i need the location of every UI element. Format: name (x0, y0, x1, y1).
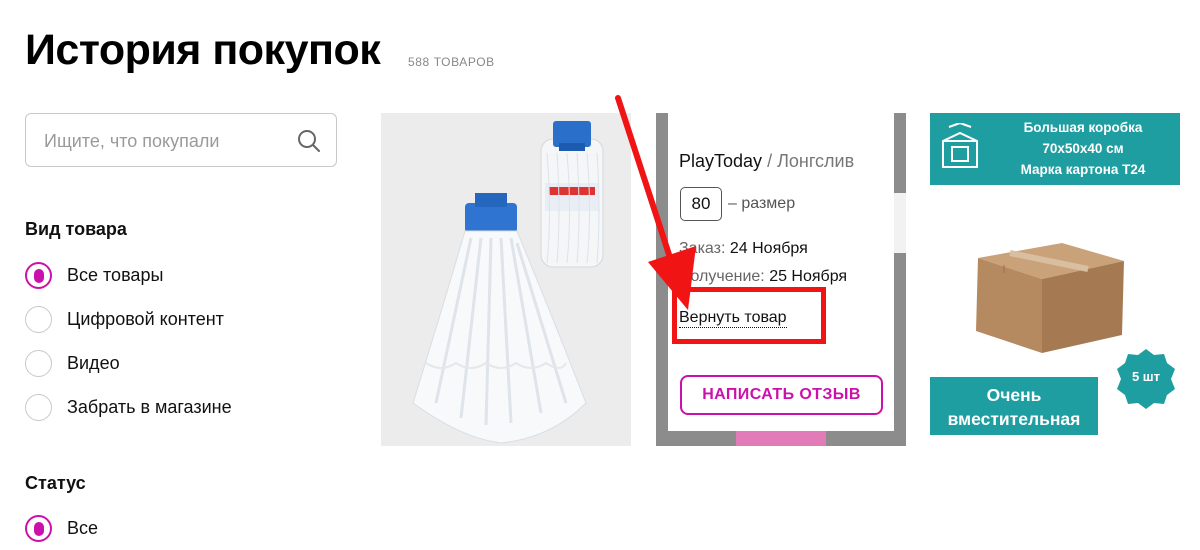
product-card-mop[interactable] (381, 113, 631, 446)
box-banner-text: Большая коробка 70x50x40 см Марка картон… (1020, 120, 1146, 177)
radio-button[interactable] (25, 305, 52, 333)
page-title: История покупок (25, 26, 381, 74)
radio-button[interactable] (25, 393, 52, 421)
search-box[interactable] (25, 113, 337, 167)
radio-label: Все (67, 517, 99, 538)
title-separator: / (762, 151, 778, 171)
product-name: Лонгслив (777, 151, 855, 171)
box-footer-text: Очень вместительная (930, 377, 1098, 435)
radio-button[interactable] (25, 514, 52, 542)
item-count: 588 ТОВАРОВ (408, 55, 495, 69)
quantity-badge-text: 5 шт (1131, 369, 1161, 384)
filter-heading-status: Статус (25, 473, 86, 493)
annotation-arrow-icon (615, 95, 696, 310)
radio-status-all[interactable]: Все (25, 514, 98, 542)
filter-heading-product-type: Вид товара (25, 219, 127, 239)
radio-digital-content[interactable]: Цифровой контент (25, 305, 224, 333)
radio-button[interactable] (25, 261, 52, 289)
radio-button[interactable] (25, 349, 52, 377)
size-note: – размер (728, 195, 796, 212)
radio-label: Все товары (67, 264, 164, 285)
radio-all-products[interactable]: Все товары (25, 261, 163, 289)
search-input[interactable] (44, 129, 294, 153)
receive-date: 25 Ноября (769, 268, 848, 285)
radio-video[interactable]: Видео (25, 349, 120, 377)
order-date: 24 Ноября (729, 240, 808, 257)
product-card-box[interactable]: Большая коробка 70x50x40 см Марка картон… (930, 113, 1180, 446)
write-review-button[interactable]: НАПИСАТЬ ОТЗЫВ (680, 375, 883, 415)
box-banner: Большая коробка 70x50x40 см Марка картон… (930, 113, 1180, 185)
radio-label: Цифровой контент (67, 308, 224, 329)
box-icon (942, 123, 978, 168)
radio-label: Видео (67, 352, 120, 373)
cardboard-box-image (976, 243, 1124, 353)
radio-pickup-in-store[interactable]: Забрать в магазине (25, 393, 232, 421)
mop-icon (412, 121, 604, 444)
radio-label: Забрать в магазине (67, 396, 232, 417)
search-icon[interactable] (296, 128, 322, 154)
